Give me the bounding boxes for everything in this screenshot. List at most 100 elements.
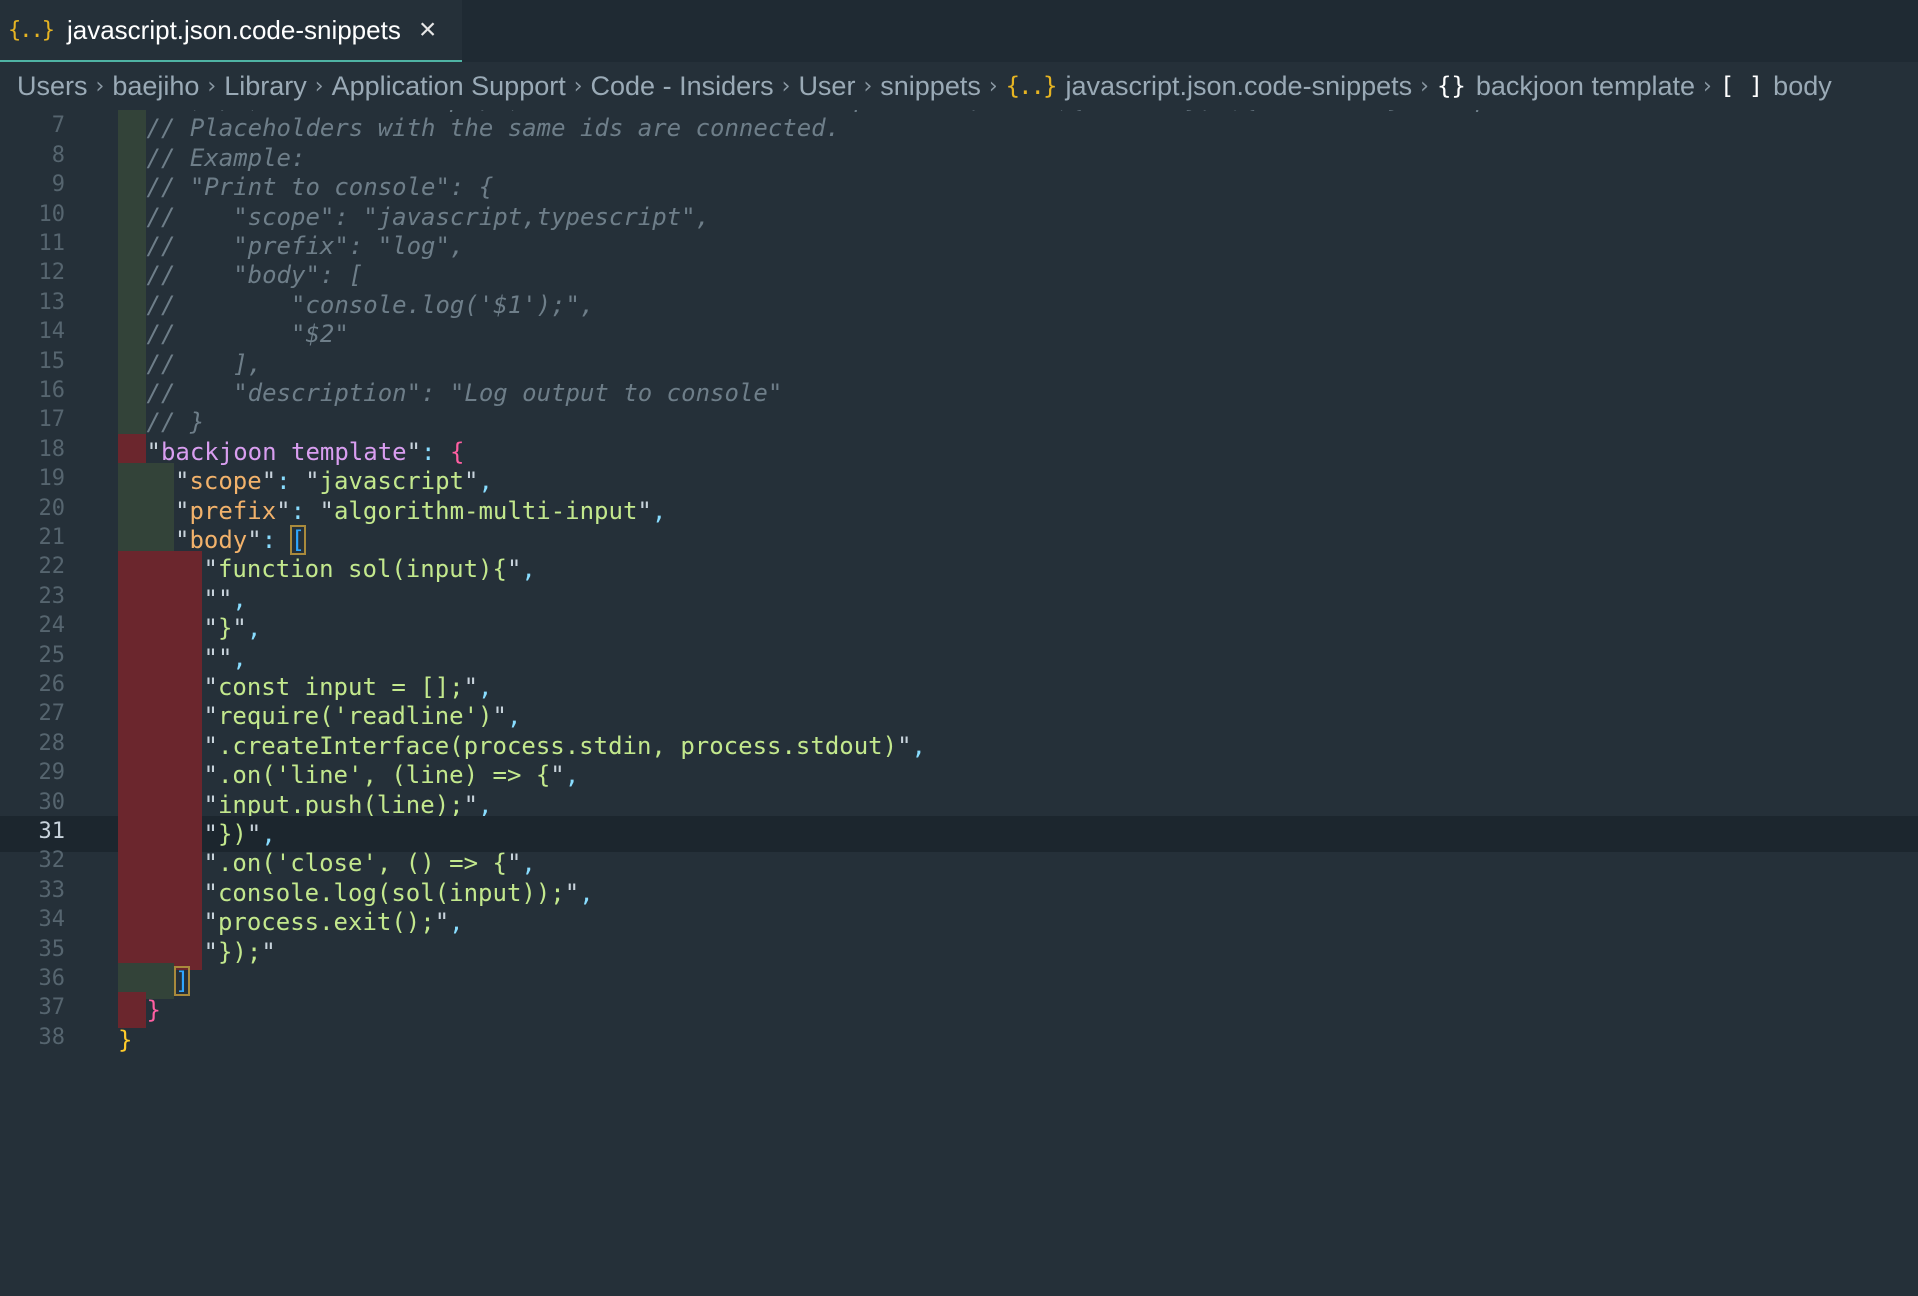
code-text: // Placeholders with the same ids are co… <box>146 114 841 143</box>
line-number: 24 <box>38 613 66 639</box>
line-number: 25 <box>38 642 66 668</box>
code-text: "backjoon template": { <box>146 437 465 466</box>
chevron-right-icon: › <box>314 73 324 99</box>
chevron-right-icon: › <box>988 73 998 99</box>
breadcrumb-item[interactable]: › [ ] body <box>1695 71 1832 102</box>
breadcrumb-item[interactable]: › {} backjoon template <box>1412 71 1695 102</box>
line-number: 34 <box>38 907 66 933</box>
tab-bar: {..} javascript.json.code-snippets × <box>0 0 1918 62</box>
line-number: 22 <box>38 554 66 580</box>
chevron-right-icon: › <box>1703 73 1712 99</box>
line-number: 38 <box>38 1024 66 1050</box>
code-text: ".createInterface(process.stdin, process… <box>203 731 926 760</box>
breadcrumb-item[interactable]: › {..} javascript.json.code-snippets <box>981 71 1412 102</box>
code-text: "body": [ <box>175 525 307 555</box>
code-text: // Example: <box>146 143 306 172</box>
code-text: "scope": "javascript", <box>175 467 493 496</box>
breadcrumb-item[interactable]: › Code - Insiders <box>566 71 774 102</box>
line-number: 36 <box>38 966 66 991</box>
code-text: // "scope": "javascript,typescript", <box>146 202 711 231</box>
line-number: 28 <box>38 730 66 756</box>
code-text: // } <box>146 408 205 437</box>
code-text: "const input = [];", <box>203 673 493 701</box>
chevron-right-icon: › <box>863 73 873 99</box>
breadcrumb-label: Library <box>224 70 307 101</box>
breadcrumb-item[interactable]: › snippets <box>855 71 980 102</box>
chevron-right-icon: › <box>1420 73 1429 99</box>
array-icon: [ ] <box>1719 72 1764 100</box>
line-number: 35 <box>38 936 66 962</box>
breadcrumb-item[interactable]: › baejiho <box>88 71 200 102</box>
code-text: ] <box>173 966 191 996</box>
chevron-right-icon: › <box>95 73 105 99</box>
breadcrumb-item[interactable]: › User <box>774 71 856 102</box>
breadcrumb-label: body <box>1773 70 1832 101</box>
line-number: 7 <box>51 113 65 139</box>
line-number: 31 <box>38 819 66 844</box>
line-number: 11 <box>38 231 66 256</box>
line-number: 26 <box>38 672 66 697</box>
line-number: 32 <box>38 848 66 874</box>
code-text: // ], <box>146 349 263 378</box>
code-text: // "prefix": "log", <box>146 232 465 260</box>
breadcrumb-item[interactable]: › Library <box>199 71 306 102</box>
line-number: 18 <box>38 436 66 462</box>
tab-javascript-json-code-snippets[interactable]: {..} javascript.json.code-snippets × <box>0 0 462 62</box>
line-number: 8 <box>51 142 65 168</box>
breadcrumb-label: User <box>798 70 856 101</box>
breadcrumb-label: Users <box>17 70 88 101</box>
line-number: 16 <box>38 378 66 403</box>
breadcrumb-label: baejiho <box>112 70 200 101</box>
line-number: 29 <box>38 760 66 786</box>
line-number: 19 <box>38 466 66 492</box>
code-text: ".on('line', (line) => {", <box>203 761 580 790</box>
code-text: "prefix": "algorithm-multi-input", <box>175 496 667 525</box>
chevron-right-icon: › <box>573 73 583 99</box>
code-text: ".on('close', () => {", <box>203 849 536 878</box>
code-text: // "body": [ <box>146 261 364 290</box>
code-text: } <box>146 996 161 1025</box>
chevron-right-icon: › <box>781 73 791 99</box>
line-number: 17 <box>38 407 66 433</box>
json-file-icon: {..} <box>8 17 55 43</box>
breadcrumb-label: javascript.json.code-snippets <box>1065 70 1413 101</box>
breadcrumb-item[interactable]: Users <box>17 71 88 102</box>
breadcrumb-label: snippets <box>880 70 981 101</box>
code-text: // "console.log('$1');", <box>146 290 595 319</box>
line-number: 10 <box>38 201 66 227</box>
close-icon[interactable]: × <box>419 15 437 45</box>
code-text: "}", <box>203 614 262 643</box>
code-text: "", <box>203 643 247 672</box>
line-number: 14 <box>38 319 66 345</box>
code-text: "require('readline')", <box>203 702 522 731</box>
line-number: 37 <box>38 995 66 1021</box>
code-text: "process.exit();", <box>203 908 464 937</box>
breadcrumb-label: Code - Insiders <box>590 70 774 101</box>
line-number: 20 <box>38 495 66 521</box>
code-text: // "$2" <box>146 320 349 349</box>
breadcrumb-item[interactable]: › Application Support <box>307 71 566 102</box>
code-text: "", <box>203 584 247 613</box>
code-text: } <box>118 1025 133 1054</box>
line-number: 30 <box>38 789 66 815</box>
line-number: 15 <box>38 348 66 374</box>
code-text: "});" <box>203 937 276 966</box>
line-number: 33 <box>38 877 66 903</box>
line-number: 13 <box>38 289 66 315</box>
breadcrumb: Users › baejiho › Library › Application Suppor… <box>0 62 1918 110</box>
line-number: 21 <box>38 525 66 550</box>
code-text: // "Print to console": { <box>146 173 494 202</box>
object-icon: {} <box>1436 72 1466 100</box>
line-number: 9 <box>51 172 65 198</box>
code-line[interactable]: 38} <box>0 1022 1918 1058</box>
chevron-right-icon: › <box>207 73 217 99</box>
json-file-icon: {..} <box>1005 72 1058 100</box>
code-text: "input.push(line);", <box>203 790 493 819</box>
code-text: "function sol(input){", <box>203 555 536 584</box>
breadcrumb-label: Application Support <box>331 70 566 101</box>
line-number: 12 <box>38 260 66 286</box>
breadcrumb-label: backjoon template <box>1475 70 1695 101</box>
line-number: 23 <box>38 583 66 609</box>
code-editor[interactable]: 6// $1, $2 for tab stops, $0 for the fin… <box>0 110 1918 1296</box>
line-number: 27 <box>38 701 66 727</box>
